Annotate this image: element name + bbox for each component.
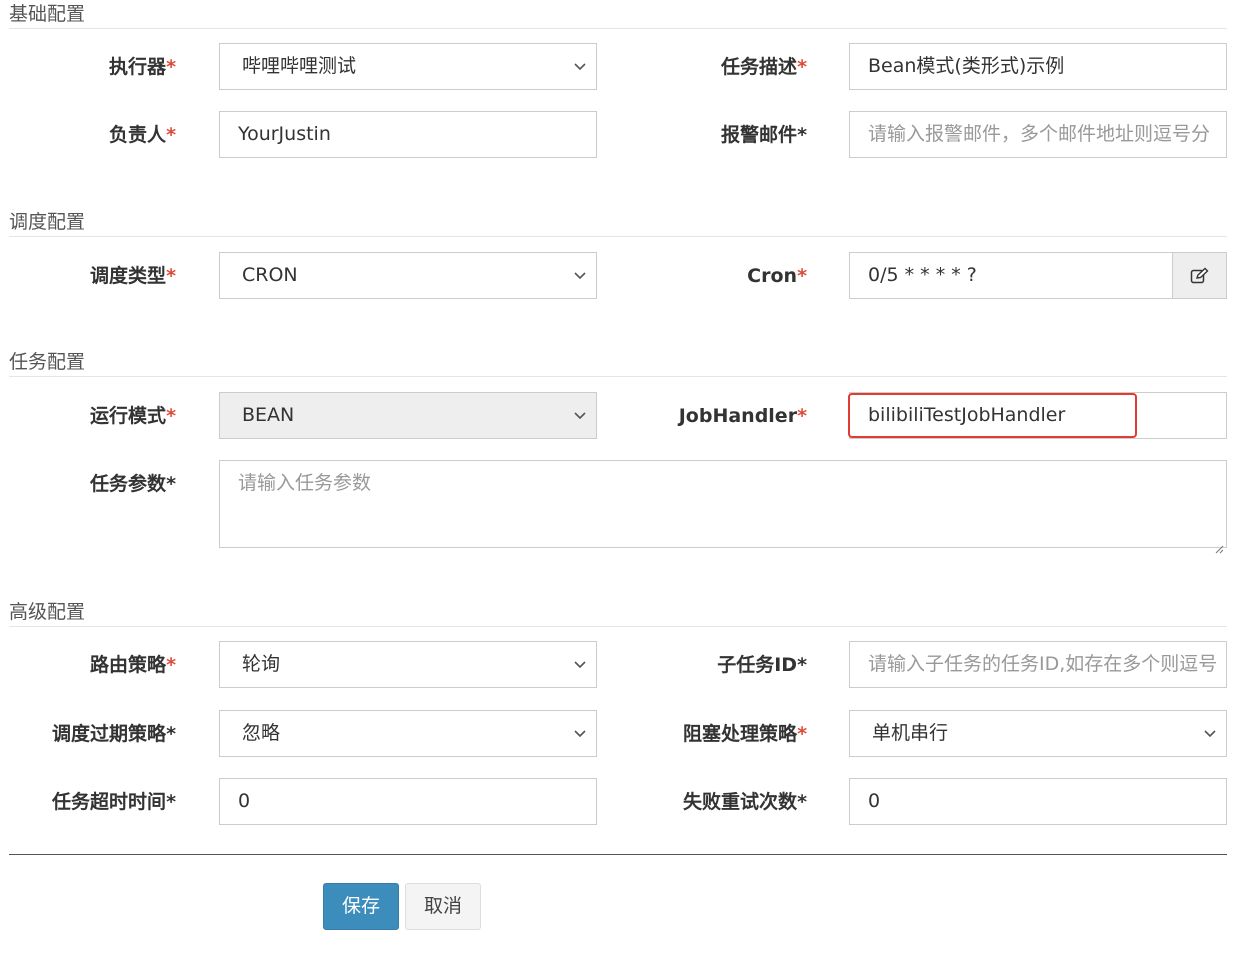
chevron-down-icon [574, 728, 586, 738]
child-job-id-label: 子任务ID* [717, 654, 807, 676]
route-strategy-select[interactable]: 轮询 [219, 641, 597, 688]
highlight-annotation [848, 393, 1137, 438]
chevron-down-icon [574, 61, 586, 71]
misfire-strategy-label: 调度过期策略* [52, 723, 176, 745]
job-edit-form: 基础配置 执行器* 哔哩哔哩测试 任务描述* Bean模式(类形式)示例 负责人… [0, 0, 1240, 957]
route-strategy-value: 轮询 [242, 653, 281, 675]
glue-type-select[interactable]: BEAN [219, 392, 597, 439]
edit-icon [1190, 267, 1209, 284]
schedule-type-value: CRON [242, 264, 298, 286]
block-strategy-select[interactable]: 单机串行 [849, 710, 1227, 757]
section-title-task: 任务配置 [9, 351, 86, 373]
alarm-email-input[interactable]: 请输入报警邮件，多个邮件地址则逗号分 [849, 111, 1227, 158]
author-input[interactable]: YourJustin [219, 111, 597, 158]
misfire-strategy-select[interactable]: 忽略 [219, 710, 597, 757]
fail-retry-input[interactable]: 0 [849, 778, 1227, 825]
chevron-down-icon [574, 270, 586, 280]
alarm-email-label: 报警邮件* [721, 124, 807, 146]
section-divider [9, 236, 1227, 237]
timeout-input[interactable]: 0 [219, 778, 597, 825]
glue-type-value: BEAN [242, 404, 295, 426]
cron-edit-button[interactable] [1172, 252, 1227, 299]
section-divider [9, 626, 1227, 627]
section-divider [9, 376, 1227, 377]
section-title-basic: 基础配置 [9, 3, 86, 25]
child-job-id-input[interactable]: 请输入子任务的任务ID,如存在多个则逗号 [849, 641, 1227, 688]
timeout-label: 任务超时时间* [52, 791, 176, 813]
block-strategy-value: 单机串行 [872, 722, 949, 744]
author-label: 负责人* [109, 124, 176, 146]
cancel-button[interactable]: 取消 [405, 883, 481, 930]
chevron-down-icon [574, 410, 586, 420]
route-strategy-label: 路由策略* [90, 654, 176, 676]
misfire-strategy-value: 忽略 [242, 722, 281, 744]
fail-retry-label: 失败重试次数* [683, 791, 807, 813]
executor-label: 执行器* [109, 56, 176, 78]
block-strategy-label: 阻塞处理策略* [683, 723, 807, 745]
resize-grip-icon[interactable] [1214, 535, 1224, 554]
schedule-type-select[interactable]: CRON [219, 252, 597, 299]
chevron-down-icon [1204, 728, 1216, 738]
section-divider [9, 28, 1227, 29]
job-param-textarea[interactable]: 请输入任务参数 [219, 460, 1227, 554]
section-title-advanced: 高级配置 [9, 601, 86, 623]
job-param-label: 任务参数* [90, 473, 176, 495]
job-handler-label: JobHandler* [678, 405, 807, 427]
job-desc-label: 任务描述* [721, 56, 807, 78]
chevron-down-icon [574, 659, 586, 669]
schedule-type-label: 调度类型* [90, 265, 176, 287]
executor-select[interactable]: 哔哩哔哩测试 [219, 43, 597, 90]
job-desc-input[interactable]: Bean模式(类形式)示例 [849, 43, 1227, 90]
section-title-schedule: 调度配置 [9, 211, 86, 233]
executor-value: 哔哩哔哩测试 [242, 55, 357, 77]
cron-label: Cron* [747, 265, 807, 287]
footer-divider [9, 854, 1227, 855]
job-param-placeholder: 请输入任务参数 [238, 472, 372, 494]
save-button[interactable]: 保存 [323, 883, 399, 930]
glue-type-label: 运行模式* [90, 405, 176, 427]
cron-input[interactable]: 0/5 * * * * ? [849, 252, 1173, 299]
